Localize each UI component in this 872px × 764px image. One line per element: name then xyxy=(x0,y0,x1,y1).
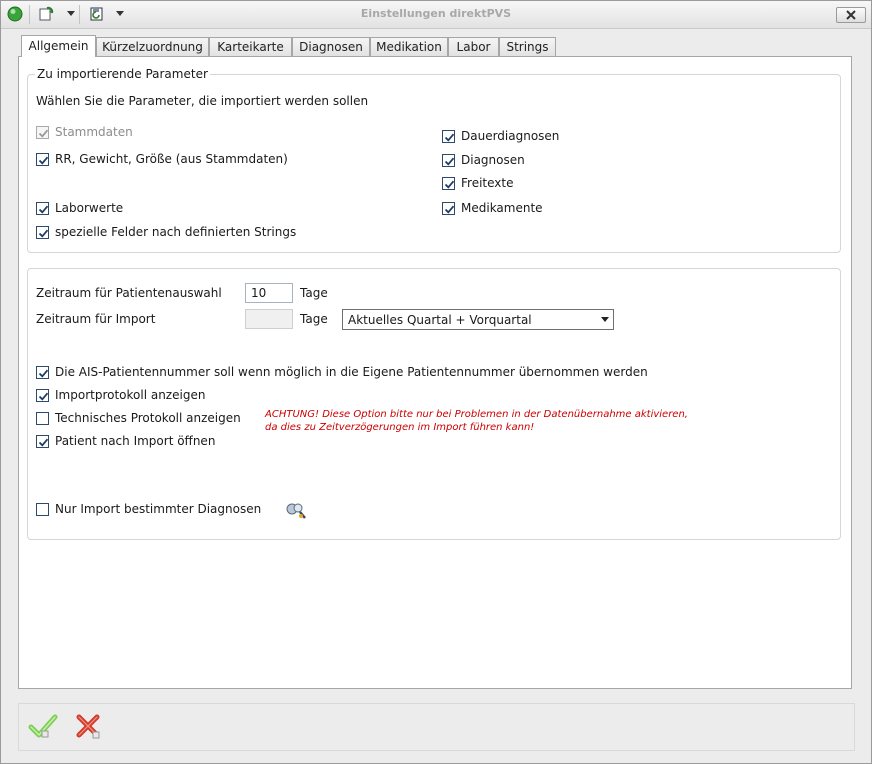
chevron-down-icon xyxy=(601,317,609,322)
parameter-intro: Wählen Sie die Parameter, die importiert… xyxy=(36,94,369,108)
title-bar: Einstellungen direktPVS xyxy=(1,1,871,29)
ais-patientennummer-checkbox[interactable] xyxy=(36,366,49,379)
tab-kuerzelzuordnung[interactable]: Kürzelzuordnung xyxy=(96,37,209,56)
tab-allgemein[interactable]: Allgemein xyxy=(21,35,96,57)
zeitraum-import-label: Zeitraum für Import xyxy=(36,312,156,326)
tab-medikation[interactable]: Medikation xyxy=(370,37,448,56)
technisches-protokoll-checkbox[interactable] xyxy=(36,412,49,425)
tab-labor[interactable]: Labor xyxy=(448,37,499,56)
settings-window: Einstellungen direktPVS Allgemein Kürzel… xyxy=(0,0,872,764)
window-title: Einstellungen direktPVS xyxy=(360,7,512,20)
patient-oeffnen-label: Patient nach Import öffnen xyxy=(55,434,216,448)
tab-karteikarte[interactable]: Karteikarte xyxy=(209,37,292,56)
nur-bestimmte-diagnosen-checkbox[interactable] xyxy=(36,503,49,516)
dauerdiagnosen-checkbox[interactable] xyxy=(442,130,455,143)
spezielle-felder-label: spezielle Felder nach definierten String… xyxy=(55,225,297,239)
medikamente-checkbox[interactable] xyxy=(442,202,455,215)
nur-bestimmte-diagnosen-label: Nur Import bestimmter Diagnosen xyxy=(55,502,262,516)
action-bar xyxy=(18,703,855,751)
patient-oeffnen-checkbox[interactable] xyxy=(36,435,49,448)
zeitraum-import-select[interactable]: Aktuelles Quartal + Vorquartal xyxy=(342,309,614,330)
rr-gewicht-groesse-label: RR, Gewicht, Größe (aus Stammdaten) xyxy=(55,152,288,166)
freitexte-label: Freitexte xyxy=(461,176,514,190)
laborwerte-label: Laborwerte xyxy=(55,201,124,215)
close-button[interactable] xyxy=(836,7,866,23)
warning-line-1: ACHTUNG! Diese Option bitte nur bei Prob… xyxy=(265,409,688,420)
dauerdiagnosen-label: Dauerdiagnosen xyxy=(461,129,560,143)
tab-diagnosen[interactable]: Diagnosen xyxy=(292,37,370,56)
zeitraum-import-input[interactable] xyxy=(245,309,293,329)
technisches-protokoll-label: Technisches Protokoll anzeigen xyxy=(55,411,241,425)
importprotokoll-checkbox[interactable] xyxy=(36,389,49,402)
zeitraum-patient-label: Zeitraum für Patientenauswahl xyxy=(36,286,222,300)
check-icon[interactable] xyxy=(28,713,58,741)
freitexte-checkbox[interactable] xyxy=(442,177,455,190)
rr-gewicht-groesse-checkbox[interactable] xyxy=(36,153,49,166)
close-icon xyxy=(846,10,856,20)
parameter-group-legend: Zu importierende Parameter xyxy=(35,67,210,81)
stammdaten-checkbox[interactable] xyxy=(36,126,49,139)
importprotokoll-label: Importprotokoll anzeigen xyxy=(55,388,206,402)
search-config-icon[interactable] xyxy=(285,501,307,521)
medikamente-label: Medikamente xyxy=(461,201,543,215)
zeitraum-import-select-value: Aktuelles Quartal + Vorquartal xyxy=(348,313,532,327)
zeitraum-patient-input[interactable]: 10 xyxy=(245,283,293,303)
cancel-x-icon[interactable] xyxy=(74,712,104,742)
zeitraum-patient-unit: Tage xyxy=(300,286,328,300)
diagnosen-label: Diagnosen xyxy=(461,153,525,167)
spezielle-felder-checkbox[interactable] xyxy=(36,226,49,239)
tab-strings[interactable]: Strings xyxy=(499,37,556,56)
ais-patientennummer-label: Die AIS-Patientennummer soll wenn möglic… xyxy=(55,365,648,379)
warning-line-2: da dies zu Zeitverzögerungen im Import f… xyxy=(265,422,535,433)
stammdaten-label: Stammdaten xyxy=(55,125,133,139)
laborwerte-checkbox[interactable] xyxy=(36,202,49,215)
diagnosen-checkbox[interactable] xyxy=(442,154,455,167)
zeitraum-import-unit: Tage xyxy=(300,312,328,326)
